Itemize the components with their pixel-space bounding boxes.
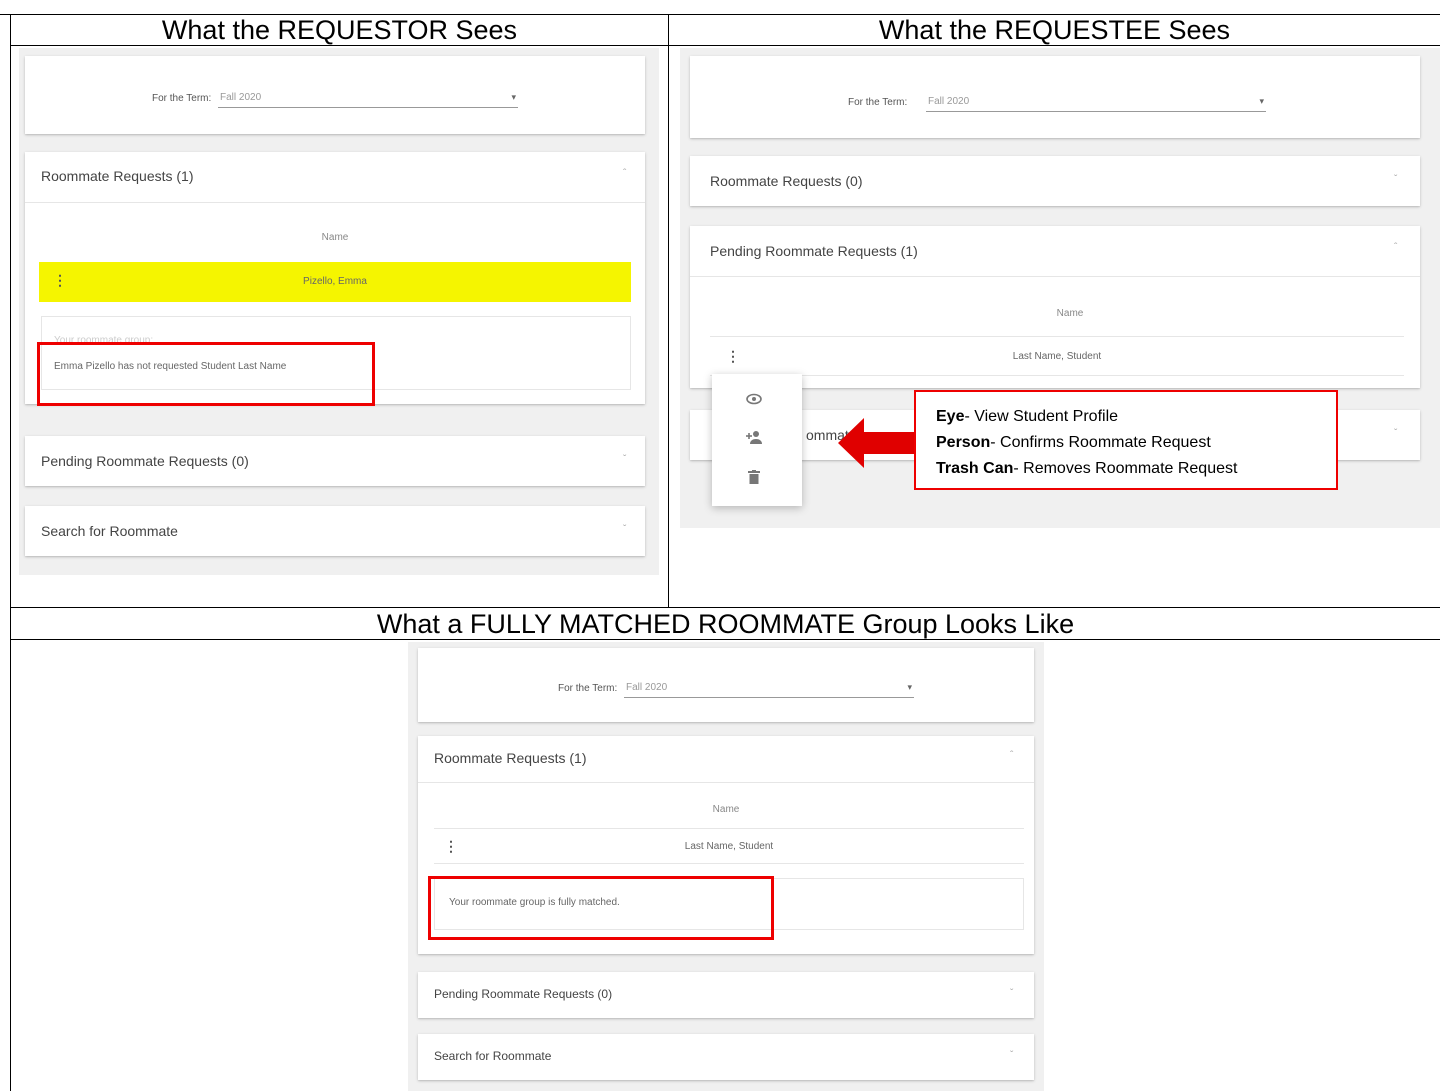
search-roommate-title: Search for Roommate xyxy=(41,523,178,539)
term-card: For the Term: Fall 2020 ▾ xyxy=(25,56,645,134)
name-column-header: Name xyxy=(1056,308,1084,319)
term-value: Fall 2020 xyxy=(626,682,668,693)
search-roommate-title: Search for Roommate xyxy=(434,1049,552,1063)
panel-divider xyxy=(690,276,1420,277)
row-name: Last Name, Student xyxy=(1012,351,1102,362)
matched-heading: What a FULLY MATCHED ROOMMATE Group Look… xyxy=(376,609,1075,639)
term-select[interactable]: Fall 2020 ▾ xyxy=(624,682,914,698)
chevron-down-icon[interactable]: ˇ xyxy=(1394,428,1397,439)
chevron-down-icon[interactable]: ˇ xyxy=(1010,1050,1013,1061)
pending-requests-panel[interactable]: Pending Roommate Requests (0) ˇ xyxy=(25,436,645,486)
roommate-requests-title[interactable]: Roommate Requests (1) xyxy=(41,168,194,184)
term-value: Fall 2020 xyxy=(928,96,970,107)
matched-screenshot: For the Term: Fall 2020 ▾ Roommate Reque… xyxy=(408,642,1044,1091)
table-row[interactable]: ⋮ Pizello, Emma xyxy=(39,262,631,302)
name-column-header: Name xyxy=(321,232,349,243)
panel-divider xyxy=(25,202,645,203)
requestee-heading: What the REQUESTEE Sees xyxy=(878,15,1231,45)
pending-requests-title[interactable]: Pending Roommate Requests (1) xyxy=(710,243,918,259)
trash-icon[interactable] xyxy=(744,470,764,489)
dropdown-caret-icon: ▾ xyxy=(511,92,516,102)
table-row[interactable]: ⋮ Last Name, Student xyxy=(434,828,1024,864)
term-label: For the Term: xyxy=(152,93,212,104)
person-add-icon[interactable] xyxy=(744,430,764,449)
legend-eye: Eye- View Student Profile xyxy=(936,408,1119,425)
pending-requests-title: Pending Roommate Requests (0) xyxy=(41,453,249,469)
chevron-up-icon[interactable]: ˆ xyxy=(623,168,626,179)
term-select[interactable]: Fall 2020 ▾ xyxy=(218,92,518,108)
requestor-heading: What the REQUESTOR Sees xyxy=(161,15,518,45)
requestor-screenshot: For the Term: Fall 2020 ▾ Roommate Reque… xyxy=(19,48,659,575)
term-value: Fall 2020 xyxy=(220,92,262,103)
roommate-requests-panel[interactable]: Roommate Requests (0) ˇ xyxy=(690,156,1420,206)
row-name: Pizello, Emma xyxy=(303,276,367,287)
row-action-menu xyxy=(712,374,802,506)
arrow-left-icon xyxy=(838,418,914,468)
annotation-box xyxy=(37,342,375,406)
term-select[interactable]: Fall 2020 ▾ xyxy=(926,96,1266,112)
pending-requests-title: Pending Roommate Requests (0) xyxy=(434,987,613,1001)
dropdown-caret-icon: ▾ xyxy=(1259,96,1264,106)
annotation-box xyxy=(428,876,774,940)
chevron-down-icon[interactable]: ˇ xyxy=(1010,988,1013,999)
chevron-down-icon[interactable]: ˇ xyxy=(623,454,626,465)
roommate-requests-title: Roommate Requests (0) xyxy=(710,173,863,189)
term-label: For the Term: xyxy=(558,683,618,694)
table-border-left xyxy=(10,14,11,1091)
term-card: For the Term: Fall 2020 ▾ xyxy=(418,648,1034,722)
chevron-down-icon[interactable]: ˇ xyxy=(623,524,626,535)
term-card: For the Term: Fall 2020 ▾ xyxy=(690,56,1420,138)
pending-requests-panel[interactable]: Pending Roommate Requests (0) ˇ xyxy=(418,972,1034,1018)
chevron-up-icon[interactable]: ˆ xyxy=(1010,750,1013,761)
dropdown-caret-icon: ▾ xyxy=(907,682,912,692)
row-name: Last Name, Student xyxy=(684,841,774,852)
chevron-down-icon[interactable]: ˇ xyxy=(1394,174,1397,185)
search-roommate-panel[interactable]: Search for Roommate ˇ xyxy=(418,1034,1034,1080)
table-divider-vertical xyxy=(668,14,669,607)
legend-person: Person- Confirms Roommate Request xyxy=(936,434,1211,451)
eye-icon[interactable] xyxy=(744,392,764,410)
term-label: For the Term: xyxy=(848,97,908,108)
search-roommate-panel[interactable]: Search for Roommate ˇ xyxy=(25,506,645,556)
icon-legend-callout: Eye- View Student Profile Person- Confir… xyxy=(914,390,1338,490)
chevron-up-icon[interactable]: ˆ xyxy=(1394,242,1397,253)
roommate-requests-title[interactable]: Roommate Requests (1) xyxy=(434,750,587,766)
legend-trash: Trash Can- Removes Roommate Request xyxy=(936,460,1238,477)
panel-divider xyxy=(418,782,1034,783)
pending-requests-panel: Pending Roommate Requests (1) ˆ Name ⋮ L… xyxy=(690,226,1420,388)
table-row[interactable]: ⋮ Last Name, Student xyxy=(710,336,1404,376)
name-column-header: Name xyxy=(712,804,740,815)
